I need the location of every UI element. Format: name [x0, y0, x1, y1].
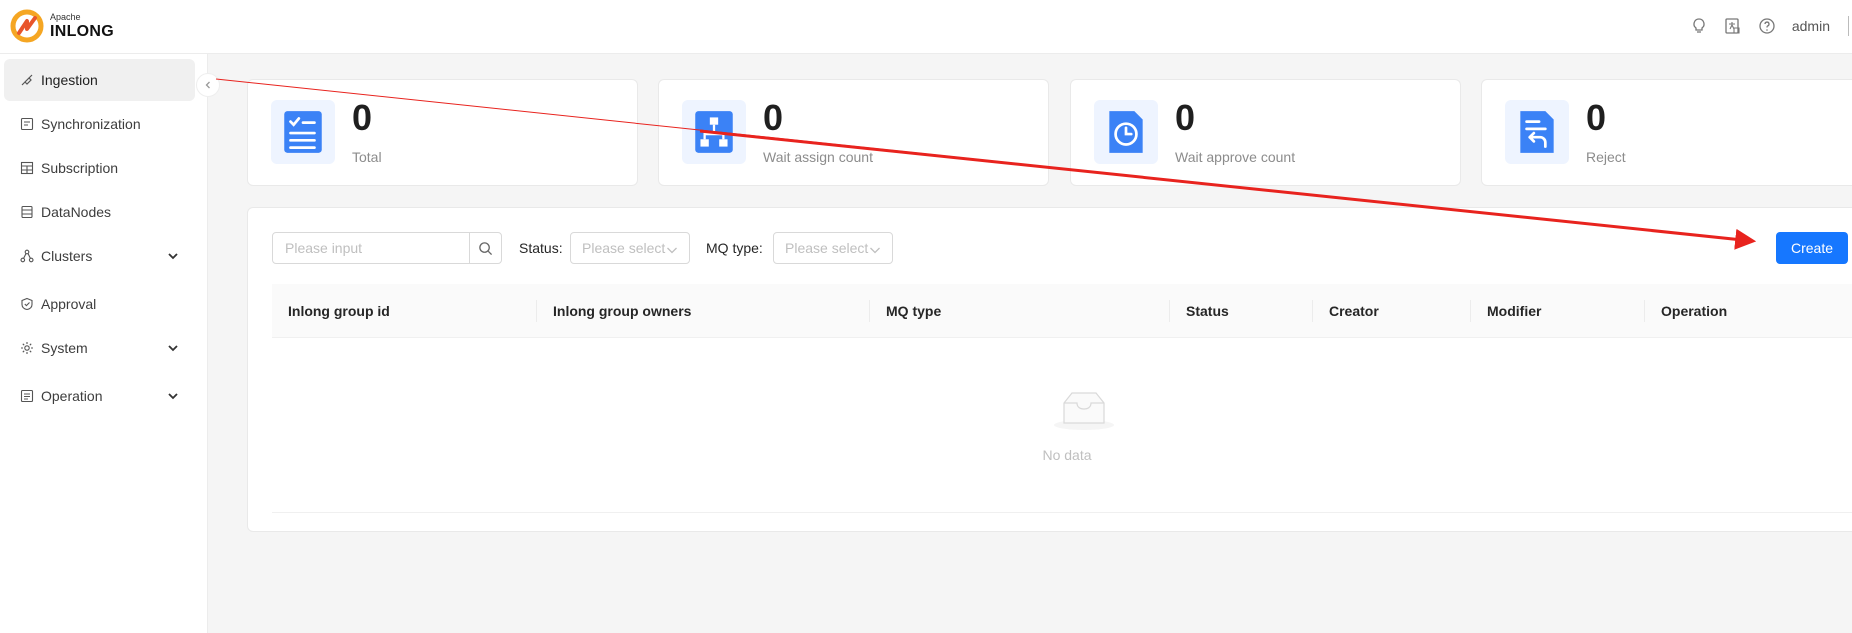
ingestion-icon: [20, 73, 34, 87]
column-divider: [1169, 300, 1170, 322]
column-header[interactable]: Modifier: [1487, 284, 1541, 338]
top-header: Apache INLONG admin: [0, 0, 1852, 54]
sidebar-item-label: DataNodes: [41, 204, 112, 220]
stat-label: Total: [352, 149, 382, 165]
search-input[interactable]: [273, 233, 469, 263]
stat-card-wait-approve: 0 Wait approve count: [1070, 79, 1461, 186]
mq-type-select-placeholder: Please select: [785, 240, 869, 256]
stat-value: 0: [1175, 97, 1196, 138]
stat-card-total: 0 Total: [247, 79, 638, 186]
sidebar-item-label: Ingestion: [41, 72, 98, 88]
stat-label: Wait assign count: [763, 149, 873, 165]
sidebar-item-label: Operation: [41, 388, 103, 404]
column-divider: [1644, 300, 1645, 322]
column-header[interactable]: Creator: [1329, 284, 1379, 338]
table-header: Inlong group id Inlong group owners MQ t…: [272, 284, 1852, 338]
operation-icon: [20, 389, 34, 403]
sidebar-item-subscription[interactable]: Subscription: [4, 147, 195, 189]
chevron-down-icon: [168, 393, 178, 400]
ingestion-list-panel: Status: Please select MQ type: Please se…: [247, 207, 1852, 532]
language-icon[interactable]: [1724, 17, 1742, 35]
sidebar-item-label: Subscription: [41, 160, 119, 176]
sidebar-item-label: Synchronization: [41, 116, 141, 132]
sidebar-item-label: Clusters: [41, 248, 93, 264]
status-select[interactable]: Please select: [570, 232, 690, 264]
search-icon: [479, 241, 493, 255]
help-icon[interactable]: [1758, 17, 1776, 35]
checklist-icon: [271, 100, 335, 164]
create-button[interactable]: Create: [1776, 232, 1848, 264]
stat-label: Wait approve count: [1175, 149, 1296, 165]
sidebar: Ingestion Synchronization Subscription D…: [0, 54, 208, 633]
mq-type-filter-label: MQ type:: [706, 240, 763, 256]
sidebar-item-ingestion[interactable]: Ingestion: [4, 59, 195, 101]
stat-value: 0: [1586, 97, 1607, 138]
column-divider: [536, 300, 537, 322]
subscription-icon: [20, 161, 34, 175]
return-doc-icon: [1505, 100, 1569, 164]
chevron-down-icon: [168, 253, 178, 260]
search-box: [272, 232, 502, 264]
column-divider: [1312, 300, 1313, 322]
bulb-icon[interactable]: [1690, 17, 1708, 35]
datanodes-icon: [20, 205, 34, 219]
column-divider: [869, 300, 870, 322]
column-divider: [1470, 300, 1471, 322]
approval-icon: [20, 297, 34, 311]
sidebar-item-label: Approval: [41, 296, 97, 312]
column-header[interactable]: Inlong group id: [288, 284, 390, 338]
inlong-logo[interactable]: Apache INLONG: [10, 9, 114, 43]
sidebar-item-synchronization[interactable]: Synchronization: [4, 103, 195, 145]
status-filter-label: Status:: [519, 240, 563, 256]
user-name[interactable]: admin: [1792, 18, 1830, 34]
empty-text: No data: [1042, 447, 1092, 463]
empty-inbox-icon: [1054, 392, 1114, 430]
chevron-left-icon: [205, 81, 210, 89]
sidebar-item-operation[interactable]: Operation: [4, 375, 195, 417]
chevron-down-icon: [667, 247, 677, 254]
column-header[interactable]: Status: [1186, 284, 1229, 338]
column-header[interactable]: MQ type: [886, 284, 941, 338]
sidebar-item-datanodes[interactable]: DataNodes: [4, 191, 195, 233]
sidebar-item-approval[interactable]: Approval: [4, 283, 195, 325]
header-divider: [1848, 16, 1852, 36]
stat-label: Reject: [1586, 149, 1626, 165]
inlong-logo-icon: [10, 9, 44, 43]
brand-name: INLONG: [50, 22, 115, 40]
stat-value: 0: [352, 97, 373, 138]
table-empty-state: No data: [272, 339, 1852, 513]
chevron-down-icon: [168, 345, 178, 352]
search-button[interactable]: [469, 233, 501, 263]
sidebar-item-label: System: [41, 340, 88, 356]
clock-doc-icon: [1094, 100, 1158, 164]
chevron-down-icon: [870, 247, 880, 254]
brand-small-text: Apache: [50, 11, 81, 22]
sidebar-item-system[interactable]: System: [4, 327, 195, 369]
sync-icon: [20, 117, 34, 131]
sidebar-collapse-button[interactable]: [196, 73, 220, 97]
status-select-placeholder: Please select: [582, 240, 666, 256]
mq-type-select[interactable]: Please select: [773, 232, 893, 264]
hierarchy-icon: [682, 100, 746, 164]
stat-value: 0: [763, 97, 784, 138]
stat-card-reject: 0 Reject: [1481, 79, 1852, 186]
clusters-icon: [20, 249, 34, 263]
column-header[interactable]: Operation: [1661, 284, 1727, 338]
sidebar-item-clusters[interactable]: Clusters: [4, 235, 195, 277]
system-icon: [20, 341, 34, 355]
column-header[interactable]: Inlong group owners: [553, 284, 691, 338]
stat-card-wait-assign: 0 Wait assign count: [658, 79, 1049, 186]
